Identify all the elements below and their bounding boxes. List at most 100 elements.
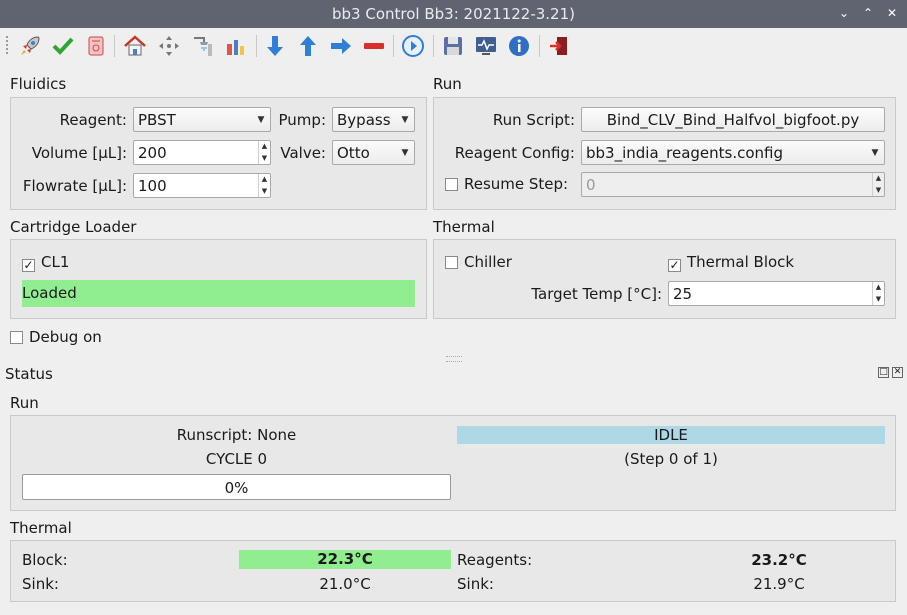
debug-label: Debug on: [29, 328, 102, 346]
valve-label: Valve:: [280, 144, 326, 162]
spin-down-icon[interactable]: ▼: [259, 153, 270, 165]
toolbar-grip[interactable]: [6, 36, 9, 54]
play-icon[interactable]: [400, 33, 426, 59]
step-label: (Step 0 of 1): [624, 450, 718, 468]
sink-temp-label: Sink:: [22, 575, 59, 593]
remove-icon[interactable]: [361, 33, 387, 59]
chiller-checkbox[interactable]: [445, 255, 458, 273]
resume-step-value: 0: [586, 175, 596, 194]
spin-down-icon[interactable]: ▼: [873, 294, 884, 306]
valve-select[interactable]: Otto ▼: [332, 140, 415, 165]
close-button[interactable]: ✕: [883, 4, 901, 22]
spin-up-icon[interactable]: ▲: [873, 282, 884, 294]
checkmark-icon[interactable]: [50, 33, 76, 59]
flowrate-spinbox[interactable]: 100 ▲ ▼: [133, 173, 271, 198]
run-script-value: Bind_CLV_Bind_Halfvol_bigfoot.py: [606, 110, 860, 129]
checkbox-box[interactable]: [445, 256, 458, 269]
spin-up-icon[interactable]: ▲: [259, 141, 270, 153]
run-script-button[interactable]: Bind_CLV_Bind_Halfvol_bigfoot.py: [581, 107, 885, 132]
run-script-label: Run Script:: [492, 111, 575, 129]
exit-icon[interactable]: [546, 33, 572, 59]
chevron-down-icon: ▼: [871, 147, 879, 158]
cartridge-loader-group: [10, 239, 427, 319]
spin-down-icon[interactable]: ▼: [259, 186, 270, 198]
valve-value: Otto: [337, 143, 370, 162]
arrow-down-icon[interactable]: [262, 33, 288, 59]
save-icon[interactable]: [440, 33, 466, 59]
spin-up-icon: ▲: [875, 174, 882, 182]
pump-value: Bypass: [337, 110, 391, 129]
reagent-config-value: bb3_india_reagents.config: [586, 143, 784, 162]
shower-icon[interactable]: [189, 33, 215, 59]
chevron-down-icon: ▼: [401, 114, 409, 125]
toolbar-separator: [256, 35, 257, 57]
maximize-button[interactable]: ⌃: [859, 4, 877, 22]
flowrate-label: Flowrate [µL]:: [22, 177, 127, 195]
reset-icon[interactable]: [83, 33, 109, 59]
cartridge-status-label: Loaded: [22, 280, 415, 307]
cartridge-loader-title: Cartridge Loader: [10, 218, 137, 236]
pipette-icon[interactable]: [222, 33, 248, 59]
reagent-config-select[interactable]: bb3_india_reagents.config ▼: [581, 140, 885, 165]
checkbox-box[interactable]: ✓: [668, 258, 681, 272]
chiller-label: Chiller: [464, 253, 512, 271]
thermal-title: Thermal: [433, 218, 495, 236]
run-state-label: IDLE: [457, 426, 885, 444]
reagent-select[interactable]: PBST ▼: [133, 107, 271, 132]
window-titlebar: bb3 Control Bb3: 2021122-3.21) ⌄ ⌃ ✕: [0, 0, 907, 28]
run-progress-bar: 0%: [22, 474, 451, 500]
thermal-block-checkbox[interactable]: ✓: [668, 255, 681, 273]
sink-temp-value: 21.0°C: [319, 575, 371, 593]
volume-spinbox[interactable]: 200 ▲ ▼: [133, 140, 271, 165]
cl1-checkbox[interactable]: ✓: [22, 255, 35, 273]
float-icon[interactable]: □: [878, 367, 889, 378]
checkbox-box[interactable]: [445, 178, 458, 191]
splitter-handle[interactable]: [446, 356, 462, 362]
info-icon[interactable]: [506, 33, 532, 59]
volume-label: Volume [µL]:: [31, 144, 127, 162]
rocket-icon[interactable]: [17, 33, 43, 59]
thermal-group: [433, 239, 896, 319]
reagent-value: PBST: [138, 110, 176, 129]
arrow-up-icon[interactable]: [295, 33, 321, 59]
status-thermal-title: Thermal: [10, 519, 72, 537]
checkbox-box[interactable]: ✓: [22, 258, 35, 272]
debug-checkbox[interactable]: [10, 330, 23, 348]
chevron-down-icon: ▼: [401, 147, 409, 158]
flowrate-value: 100: [138, 176, 167, 195]
resume-step-checkbox[interactable]: [445, 177, 458, 195]
cl1-label: CL1: [41, 253, 70, 271]
block-temp-label: Block:: [22, 551, 68, 569]
toolbar-separator: [539, 35, 540, 57]
runscript-label: Runscript: None: [176, 426, 297, 444]
checkbox-box[interactable]: [10, 331, 23, 344]
toolbar-separator: [114, 35, 115, 57]
chevron-down-icon: ▼: [257, 114, 265, 125]
pump-select[interactable]: Bypass ▼: [332, 107, 415, 132]
pump-label: Pump:: [278, 111, 326, 129]
close-icon[interactable]: ✕: [892, 367, 903, 378]
target-temp-spinbox[interactable]: 25 ▲ ▼: [668, 281, 885, 306]
resume-step-spinbox: 0 ▲ ▼: [581, 172, 885, 197]
arrow-right-icon[interactable]: [328, 33, 354, 59]
block-temp-value: 22.3°C: [239, 550, 451, 569]
toolbar-separator: [433, 35, 434, 57]
status-title: Status: [5, 365, 53, 383]
thermal-block-label: Thermal Block: [687, 253, 795, 271]
status-run-title: Run: [10, 394, 39, 412]
window-title: bb3 Control Bb3: 2021122-3.21): [332, 5, 575, 23]
volume-value: 200: [138, 143, 167, 162]
move-icon[interactable]: [156, 33, 182, 59]
reagents-temp-label: Reagents:: [457, 551, 533, 569]
toolbar-separator: [393, 35, 394, 57]
cycle-label: CYCLE 0: [205, 450, 268, 468]
home-icon[interactable]: [122, 33, 148, 59]
spin-down-icon: ▼: [875, 185, 882, 194]
reagent-config-label: Reagent Config:: [454, 144, 575, 162]
resume-step-label: Resume Step:: [464, 175, 569, 193]
monitor-icon[interactable]: [473, 33, 499, 59]
spin-up-icon[interactable]: ▲: [259, 174, 270, 186]
minimize-button[interactable]: ⌄: [835, 4, 853, 22]
reagents-sink-temp-value: 21.9°C: [753, 575, 805, 593]
reagent-label: Reagent:: [59, 111, 127, 129]
